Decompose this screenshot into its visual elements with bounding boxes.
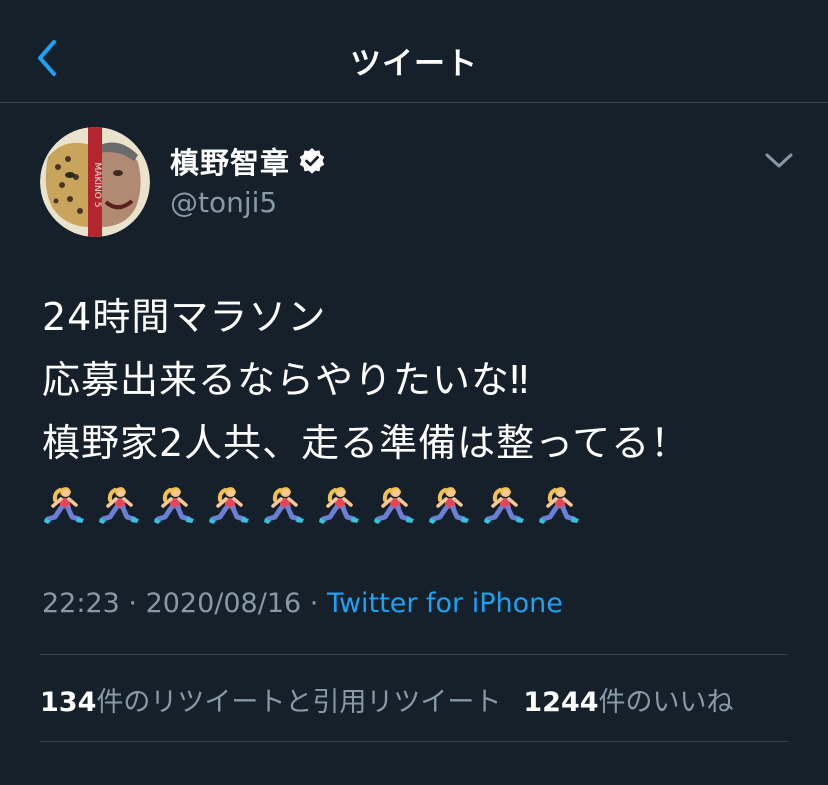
retweets-label: 件のリツイートと引用リツイート [96, 687, 502, 718]
retweets-stat[interactable]: 134件のリツイートと引用リツイート [40, 680, 501, 719]
tweet-text: 24時間マラソン 応募出来るならやりたいな‼︎ 槙野家2人共、走る準備は整ってる… [42, 286, 802, 475]
woman-running-emoji [429, 487, 469, 524]
avatar-image: MAKINO 5 [40, 127, 150, 237]
woman-running-emoji [154, 487, 194, 524]
tweet-stats: 134件のリツイートと引用リツイート 1244件のいいね [40, 680, 734, 719]
divider [40, 654, 788, 655]
woman-running-emoji [374, 487, 414, 524]
avatar-text: MAKINO 5 [92, 163, 102, 208]
more-options-button[interactable] [762, 148, 796, 174]
meta-separator: · [119, 588, 146, 619]
meta-separator: · [301, 588, 327, 619]
page-title: ツイート [350, 46, 478, 82]
likes-stat[interactable]: 1244件のいいね [523, 680, 733, 719]
avatar[interactable]: MAKINO 5 [40, 127, 150, 237]
tweet-line: 槙野家2人共、走る準備は整ってる！ [42, 421, 690, 465]
woman-running-emoji [319, 487, 359, 524]
retweets-count: 134 [40, 687, 97, 718]
tweet-emoji-row [42, 484, 582, 528]
tweet-date: 2020/08/16 [145, 588, 302, 619]
woman-running-emoji [484, 487, 524, 524]
woman-running-emoji [264, 487, 304, 524]
tweet-line: 応募出来るならやりたいな‼︎ [42, 358, 530, 402]
tweet-detail-screen: ツイート MAKINO 5 槙野智章 @tonji5 24時間マラソン 応募出来… [0, 0, 828, 785]
author-handle[interactable]: @tonji5 [170, 186, 277, 219]
likes-count: 1244 [523, 687, 599, 718]
woman-running-emoji [539, 487, 579, 524]
divider [40, 741, 788, 742]
woman-running-emoji [44, 487, 84, 524]
nav-bar: ツイート [0, 0, 828, 103]
chevron-down-icon [765, 153, 793, 168]
tweet-time: 22:23 [42, 588, 120, 619]
woman-running-emoji [209, 487, 249, 524]
tweet-source-link[interactable]: Twitter for iPhone [327, 588, 563, 619]
tweet-line: 24時間マラソン [42, 295, 327, 339]
likes-label: 件のいいね [598, 687, 734, 718]
author-name-row[interactable]: 槙野智章 [170, 142, 326, 180]
verified-badge-icon [299, 148, 325, 174]
woman-running-emoji [99, 487, 139, 524]
tweet-meta: 22:23 · 2020/08/16 · Twitter for iPhone [42, 588, 563, 619]
author-name[interactable]: 槙野智章 [170, 140, 290, 182]
